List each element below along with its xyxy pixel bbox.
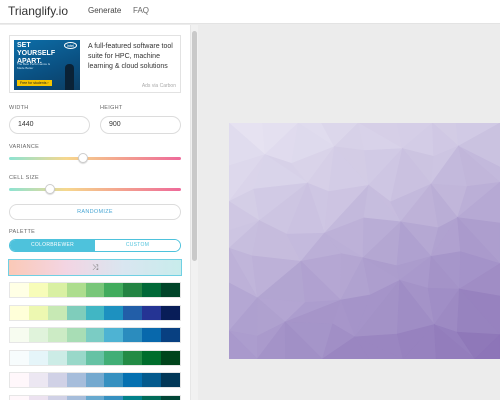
palette-swatch — [85, 305, 105, 320]
palette-swatch — [104, 350, 124, 365]
palette-swatch — [10, 305, 29, 320]
shuffle-icon[interactable]: ⤨ — [92, 263, 98, 272]
intel-logo-icon: intel — [64, 42, 77, 49]
scrollbar-thumb[interactable] — [192, 31, 197, 261]
palette-option[interactable] — [9, 327, 181, 343]
palette-type-toggle: COLORBREWER CUSTOM — [9, 239, 181, 252]
sidebar-scrollbar[interactable] — [190, 25, 198, 400]
palette-swatch — [28, 373, 48, 387]
palette-option[interactable] — [9, 394, 181, 400]
palette-swatch — [28, 283, 48, 297]
palette-swatch — [28, 395, 48, 400]
palette-swatch — [161, 395, 181, 400]
palette-swatch — [104, 305, 124, 320]
palette-swatch — [161, 283, 181, 297]
palette-swatch — [123, 395, 143, 400]
palette-swatch — [47, 395, 67, 400]
randomize-button[interactable]: RANDOMIZE — [9, 204, 181, 220]
variance-slider-thumb[interactable] — [77, 153, 88, 163]
palette-option[interactable] — [9, 304, 181, 321]
palette-swatch — [85, 328, 105, 342]
palette-swatch — [161, 350, 181, 365]
tab-colorbrewer[interactable]: COLORBREWER — [10, 240, 95, 251]
palette-swatch — [123, 373, 143, 387]
ad-text[interactable]: A full-featured software tool suite for … — [88, 42, 180, 72]
palette-swatch — [142, 395, 162, 400]
cell-size-slider[interactable] — [9, 188, 181, 191]
palette-option[interactable] — [9, 282, 181, 298]
ad-image-subtext: The Best Performance Is Made Better — [17, 62, 51, 70]
palette-swatch — [47, 328, 67, 342]
palette-swatch — [142, 305, 162, 320]
palette-swatch — [142, 373, 162, 387]
preview-area — [198, 25, 500, 400]
palette-swatch — [66, 305, 86, 320]
palette-swatch — [123, 283, 143, 297]
palette-swatch — [28, 305, 48, 320]
palette-option[interactable] — [9, 372, 181, 388]
palette-swatch — [142, 328, 162, 342]
top-bar: Trianglify.io Generate FAQ — [0, 0, 500, 24]
palette-swatch — [104, 395, 124, 400]
palette-swatch — [142, 283, 162, 297]
palette-swatch — [104, 283, 124, 297]
palette-swatch — [66, 395, 86, 400]
palette-swatch — [10, 328, 29, 342]
triangle-pattern — [229, 123, 500, 359]
palette-swatch — [85, 350, 105, 365]
palette-swatch — [28, 328, 48, 342]
cell-size-slider-thumb[interactable] — [45, 184, 56, 194]
palette-swatch — [47, 350, 67, 365]
palette-swatch — [66, 373, 86, 387]
selected-palette[interactable]: ⤨ — [8, 259, 182, 276]
palette-swatch — [85, 373, 105, 387]
palette-swatch — [10, 395, 29, 400]
palette-swatch — [47, 283, 67, 297]
palette-swatch — [10, 283, 29, 297]
height-input[interactable]: 900 — [100, 116, 181, 134]
palette-swatch — [161, 373, 181, 387]
palette-swatch — [10, 373, 29, 387]
width-input[interactable]: 1440 — [9, 116, 90, 134]
variance-slider[interactable] — [9, 157, 181, 160]
palette-swatch — [85, 395, 105, 400]
nav-faq[interactable]: FAQ — [133, 6, 149, 15]
cell-size-label: CELL SIZE — [9, 175, 40, 181]
palette-swatch — [123, 328, 143, 342]
person-silhouette-icon — [65, 64, 74, 90]
variance-label: VARIANCE — [9, 144, 40, 150]
palette-swatch — [104, 328, 124, 342]
carbon-ad[interactable]: SET YOURSELF APART. intel The Best Perfo… — [9, 35, 181, 93]
palette-swatch — [142, 350, 162, 365]
tab-custom[interactable]: CUSTOM — [95, 240, 180, 251]
palette-swatch — [66, 350, 86, 365]
brand-logo[interactable]: Trianglify.io — [8, 4, 68, 18]
palette-swatch — [123, 305, 143, 320]
palette-swatch — [104, 373, 124, 387]
palette-swatch — [85, 283, 105, 297]
palette-swatch — [66, 283, 86, 297]
height-label: HEIGHT — [100, 105, 123, 111]
palette-swatch — [28, 350, 48, 365]
ad-image-cta: Free for students › — [17, 80, 52, 86]
palette-option[interactable] — [9, 349, 181, 366]
palette-swatch — [123, 350, 143, 365]
palette-swatch — [47, 373, 67, 387]
palette-swatch — [10, 350, 29, 365]
palette-swatch — [66, 328, 86, 342]
palette-swatch — [47, 305, 67, 320]
palette-swatch — [161, 328, 181, 342]
ad-via-link[interactable]: Ads via Carbon — [142, 83, 176, 89]
trianglify-preview — [229, 123, 500, 359]
ad-image[interactable]: SET YOURSELF APART. intel The Best Perfo… — [14, 40, 80, 90]
width-label: WIDTH — [9, 105, 29, 111]
settings-sidebar: SET YOURSELF APART. intel The Best Perfo… — [0, 25, 190, 400]
palette-swatch — [161, 305, 181, 320]
palette-label: PALETTE — [9, 229, 36, 235]
nav-generate[interactable]: Generate — [88, 6, 121, 15]
